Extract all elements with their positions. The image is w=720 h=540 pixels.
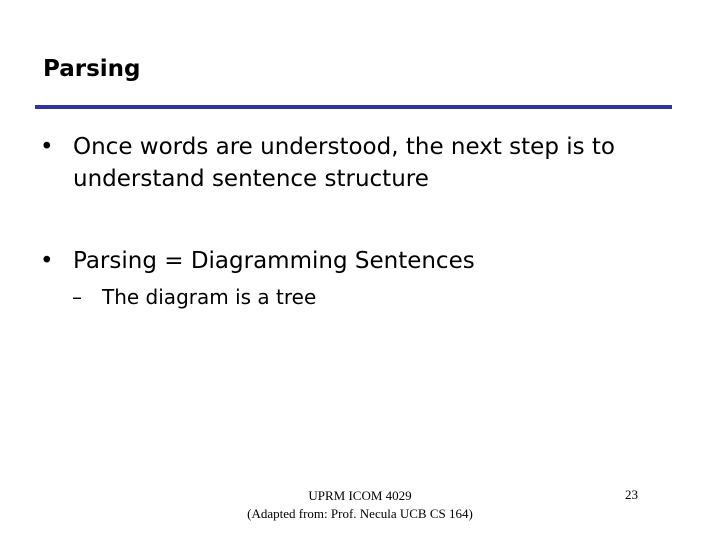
bullet-line: Parsing = Diagramming Sentences bbox=[73, 248, 475, 274]
footer-course: UPRM ICOM 4029 bbox=[308, 488, 412, 503]
title-rule bbox=[35, 105, 672, 109]
sub-bullet-text: The diagram is a tree bbox=[102, 285, 317, 309]
sub-bullet-item: – The diagram is a tree bbox=[72, 283, 316, 311]
bullet-item: • Once words are understood, the next st… bbox=[40, 131, 700, 201]
slide: Parsing • Once words are understood, the… bbox=[0, 0, 720, 540]
bullet-marker: • bbox=[40, 134, 54, 160]
bullet-line: Once words are understood, the next step… bbox=[73, 134, 616, 160]
page-number: 23 bbox=[625, 487, 638, 502]
bullet-item: • Parsing = Diagramming Sentences bbox=[40, 245, 640, 279]
bullet-text: Once words are understood, the next step… bbox=[73, 131, 615, 195]
bullet-marker: • bbox=[40, 248, 54, 274]
bullet-text: Parsing = Diagramming Sentences bbox=[73, 245, 475, 277]
bullet-line: understand sentence structure bbox=[73, 166, 429, 192]
slide-footer: UPRM ICOM 4029 (Adapted from: Prof. Necu… bbox=[220, 487, 500, 523]
slide-title: Parsing bbox=[43, 56, 141, 82]
sub-bullet-marker: – bbox=[72, 285, 82, 309]
footer-attribution: (Adapted from: Prof. Necula UCB CS 164) bbox=[247, 506, 473, 521]
